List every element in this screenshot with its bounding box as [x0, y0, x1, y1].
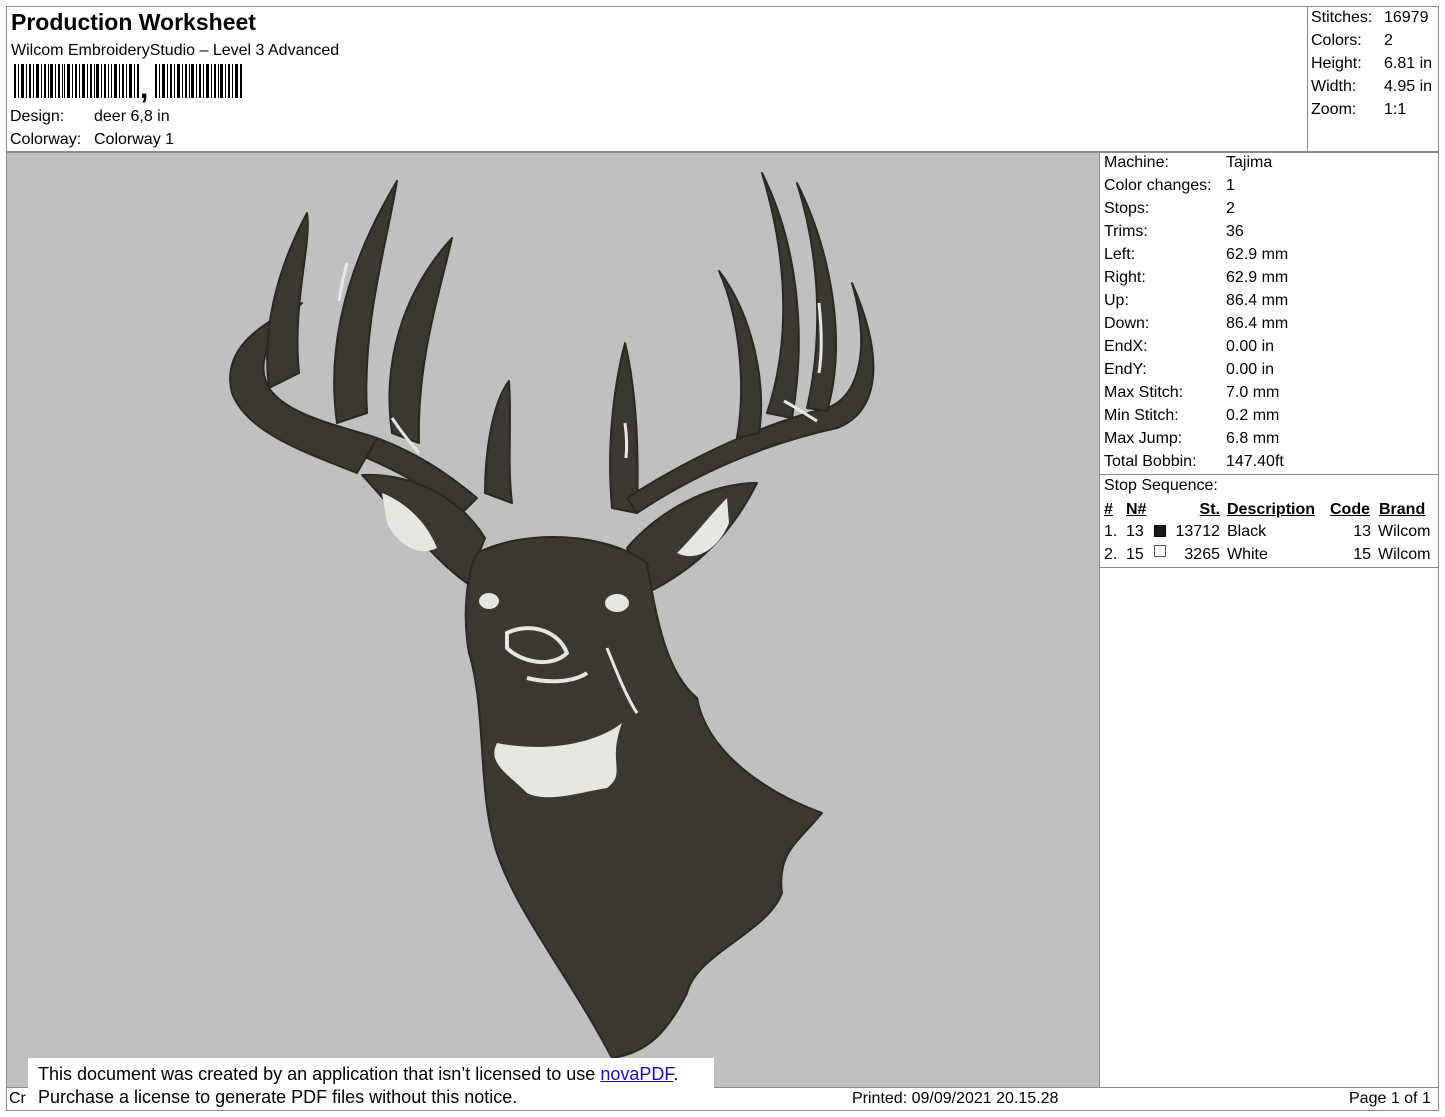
- footer-page: Page 1 of 1: [1349, 1090, 1431, 1107]
- stop-row-1-brand: Wilcom: [1378, 523, 1431, 540]
- summary-width-label: Width:: [1311, 78, 1357, 95]
- barcode: [14, 64, 242, 98]
- stop-header-code: Code: [1330, 501, 1370, 518]
- summary-height-label: Height:: [1311, 55, 1362, 72]
- stop-row-2-desc: White: [1227, 546, 1268, 563]
- novapdf-link[interactable]: novaPDF: [600, 1064, 673, 1084]
- stop-row-1-code: 13: [1353, 523, 1371, 540]
- machine-left-label: Left:: [1104, 246, 1136, 263]
- machine-trims-label: Trims:: [1104, 223, 1148, 240]
- stop-row-1-n: 13: [1126, 523, 1144, 540]
- machine-up-value: 86.4 mm: [1226, 292, 1289, 309]
- summary-colors-value: 2: [1384, 32, 1393, 49]
- machine-color-changes-value: 1: [1226, 177, 1235, 194]
- stop-header-n: N#: [1126, 501, 1147, 518]
- design-label: Design:: [10, 108, 65, 125]
- machine-stops-value: 2: [1226, 200, 1235, 217]
- license-notice: This document was created by an applicat…: [28, 1058, 714, 1110]
- summary-height-value: 6.81 in: [1384, 55, 1433, 72]
- stop-header-brand: Brand: [1379, 501, 1426, 518]
- machine-right-label: Right:: [1104, 269, 1146, 286]
- machine-min-stitch-label: Min Stitch:: [1104, 407, 1179, 424]
- stop-header-description: Description: [1227, 501, 1316, 518]
- page-title: Production Worksheet: [11, 9, 256, 35]
- stop-sequence-divider: [1100, 474, 1438, 475]
- machine-endy-label: EndY:: [1104, 361, 1147, 378]
- stop-header-num: #: [1104, 501, 1113, 518]
- machine-color-changes-label: Color changes:: [1104, 177, 1212, 194]
- machine-max-stitch-label: Max Stitch:: [1104, 384, 1184, 401]
- stop-row-2-brand: Wilcom: [1378, 546, 1431, 563]
- design-preview: [6, 152, 1100, 1088]
- colorway-label: Colorway:: [10, 131, 82, 148]
- deer-embroidery-image: [229, 172, 875, 1059]
- footer-created-prefix: Cr: [9, 1090, 26, 1107]
- summary-colors-label: Colors:: [1311, 32, 1362, 49]
- machine-min-stitch-value: 0.2 mm: [1226, 407, 1280, 424]
- summary-width-value: 4.95 in: [1384, 78, 1433, 95]
- stop-sequence-title: Stop Sequence:: [1104, 477, 1218, 494]
- stop-row-2-swatch: [1154, 545, 1166, 557]
- machine-left-value: 62.9 mm: [1226, 246, 1289, 263]
- stop-row-2-st: 3265: [1184, 546, 1220, 563]
- summary-stitches-label: Stitches:: [1311, 9, 1373, 26]
- license-notice-line2: Purchase a license to generate PDF files…: [38, 1087, 518, 1107]
- machine-endy-value: 0.00 in: [1226, 361, 1275, 378]
- stop-row-1-num: 1.: [1104, 523, 1118, 540]
- machine-up-label: Up:: [1104, 292, 1129, 309]
- stop-row-1-st: 13712: [1175, 523, 1221, 540]
- stop-row-2-code: 15: [1353, 546, 1371, 563]
- stop-row-2-n: 15: [1126, 546, 1144, 563]
- summary-zoom-label: Zoom:: [1311, 101, 1357, 118]
- machine-total-bobbin-label: Total Bobbin:: [1104, 453, 1197, 470]
- machine-max-stitch-value: 7.0 mm: [1226, 384, 1280, 401]
- stop-row-1-desc: Black: [1227, 523, 1267, 540]
- summary-stitches-value: 16979: [1384, 9, 1429, 26]
- design-value: deer 6,8 in: [94, 108, 170, 125]
- stop-header-st: St.: [1199, 501, 1220, 518]
- footer-printed: Printed: 09/09/2021 20.15.28: [852, 1090, 1059, 1107]
- summary-zoom-value: 1:1: [1384, 101, 1407, 118]
- app-subtitle: Wilcom EmbroideryStudio – Level 3 Advanc…: [11, 42, 340, 59]
- machine-right-value: 62.9 mm: [1226, 269, 1289, 286]
- license-notice-period: .: [673, 1064, 679, 1084]
- stop-sequence-bottom-divider: [1100, 567, 1438, 568]
- stop-row-2-num: 2.: [1104, 546, 1118, 563]
- machine-stops-label: Stops:: [1104, 200, 1150, 217]
- machine-max-jump-label: Max Jump:: [1104, 430, 1183, 447]
- colorway-value: Colorway 1: [94, 131, 175, 148]
- machine-down-value: 86.4 mm: [1226, 315, 1289, 332]
- machine-trims-value: 36: [1226, 223, 1244, 240]
- machine-down-label: Down:: [1104, 315, 1150, 332]
- barcode-caption: ,: [140, 72, 149, 105]
- machine-endx-value: 0.00 in: [1226, 338, 1275, 355]
- machine-endx-label: EndX:: [1104, 338, 1148, 355]
- machine-max-jump-value: 6.8 mm: [1226, 430, 1280, 447]
- machine-total-bobbin-value: 147.40ft: [1226, 453, 1284, 470]
- license-notice-line1: This document was created by an applicat…: [38, 1064, 596, 1084]
- stop-row-1-swatch: [1154, 525, 1166, 537]
- machine-machine-label: Machine:: [1104, 154, 1169, 171]
- machine-machine-value: Tajima: [1226, 154, 1273, 171]
